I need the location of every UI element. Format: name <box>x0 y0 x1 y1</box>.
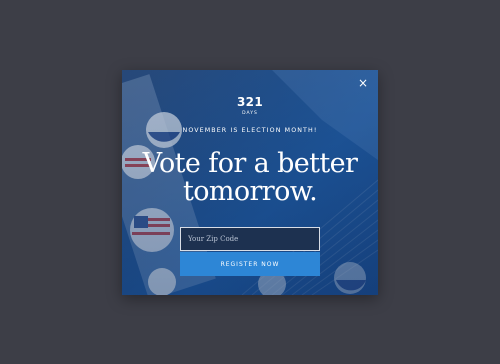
countdown-number: 321 <box>237 95 263 109</box>
headline: Vote for a better tomorrow. <box>122 150 378 206</box>
days-countdown: 321 DAYS <box>122 96 378 116</box>
countdown-unit: DAYS <box>242 111 258 116</box>
close-icon[interactable]: × <box>357 77 369 89</box>
headline-line-1: Vote for a better <box>142 148 358 179</box>
eyebrow-text: NOVEMBER IS ELECTION MONTH! <box>182 127 318 134</box>
register-now-button[interactable]: REGISTER NOW <box>180 252 320 276</box>
election-popup-modal: × 321 DAYS NOVEMBER IS ELECTION MONTH! V… <box>122 70 378 295</box>
headline-line-2: tomorrow. <box>182 176 318 207</box>
zip-code-input[interactable] <box>180 227 320 251</box>
